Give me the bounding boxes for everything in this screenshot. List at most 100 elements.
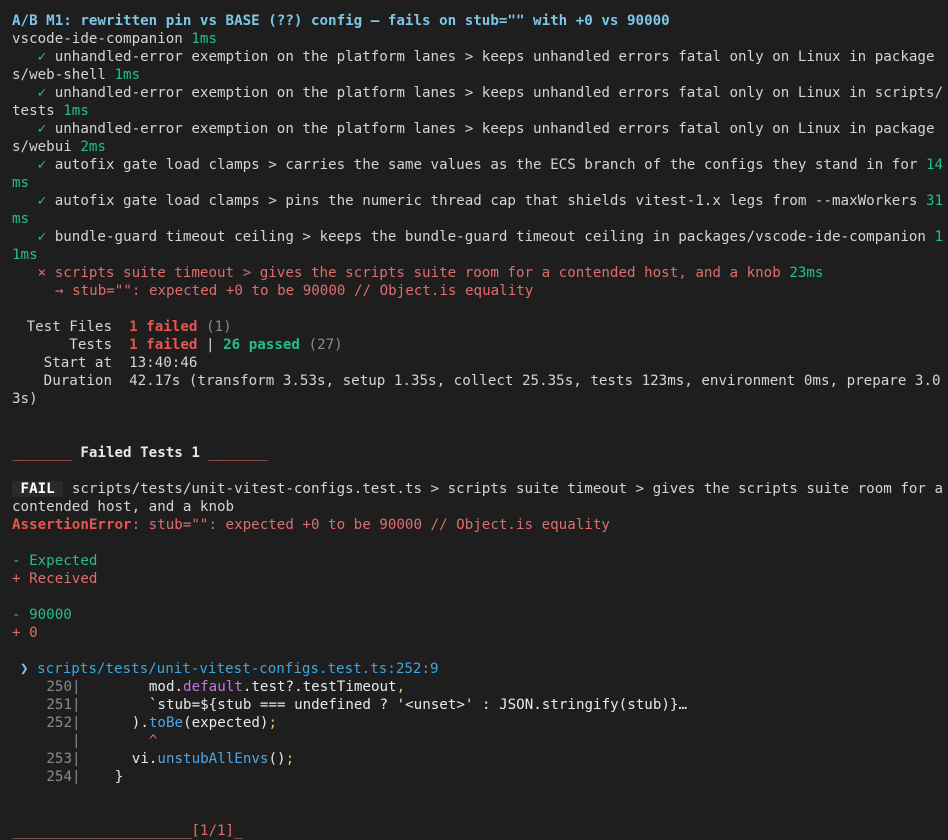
code-line: 250| mod.default.test?.testTimeout, bbox=[12, 678, 948, 696]
code-token: } bbox=[80, 769, 124, 785]
gutter-bar: | bbox=[72, 679, 81, 695]
code-token: unstubAllEnvs bbox=[157, 751, 269, 767]
test-result-name: unhandled-error exemption on the platfor… bbox=[12, 49, 935, 83]
code-token: () bbox=[268, 751, 286, 767]
code-token: ). bbox=[80, 715, 149, 731]
footer-rule-tail: _ bbox=[234, 823, 243, 839]
diff-expected-value: - 90000 bbox=[12, 607, 72, 623]
test-result-row: ✓ unhandled-error exemption on the platf… bbox=[12, 84, 948, 120]
code-line: 251| `stub=${stub === undefined ? '<unse… bbox=[12, 696, 948, 714]
code-token: mod. bbox=[80, 679, 184, 695]
rule-left: _______ bbox=[12, 445, 72, 461]
gutter-bar: | bbox=[72, 733, 81, 749]
test-files-failed: 1 failed bbox=[129, 319, 198, 335]
check-icon: ✓ bbox=[37, 49, 47, 65]
test-result-time: 1ms bbox=[114, 67, 141, 83]
check-icon: ✓ bbox=[37, 121, 47, 137]
fail-badge: FAIL bbox=[12, 481, 64, 497]
diff-received-value: + 0 bbox=[12, 625, 38, 641]
failure-detail: → stub="": expected +0 to be 90000 // Ob… bbox=[55, 283, 534, 299]
start-label: Start at bbox=[43, 355, 112, 371]
tests-sep: | bbox=[205, 337, 215, 353]
summary-test-files: Test Files 1 failed (1) bbox=[12, 318, 948, 336]
summary-tests: Tests 1 failed | 26 passed (27) bbox=[12, 336, 948, 354]
fail-path-line: FAIL scripts/tests/unit-vitest-configs.t… bbox=[12, 480, 948, 516]
code-token: vi. bbox=[80, 751, 158, 767]
summary-start: Start at 13:40:46 bbox=[12, 354, 948, 372]
source-location[interactable]: ❯ scripts/tests/unit-vitest-configs.test… bbox=[12, 660, 948, 678]
code-token: ; bbox=[268, 715, 278, 731]
start-value: 13:40:46 bbox=[129, 355, 198, 371]
code-token: .test?.testTimeout bbox=[242, 679, 397, 695]
check-icon: ✓ bbox=[37, 193, 47, 209]
code-token: (expected) bbox=[183, 715, 269, 731]
gutter-bar: | bbox=[72, 715, 81, 731]
code-line: 252| ).toBe(expected); bbox=[12, 714, 948, 732]
diff-received-label: + Received bbox=[12, 571, 98, 587]
assertion-error: AssertionError: stub="": expected +0 to … bbox=[12, 516, 948, 534]
cross-icon: × bbox=[37, 265, 47, 281]
page-indicator: [1/1] bbox=[191, 823, 235, 839]
suite-name: vscode-ide-companion bbox=[12, 31, 183, 47]
code-token: toBe bbox=[148, 715, 184, 731]
check-icon: ✓ bbox=[37, 85, 47, 101]
line-number: 250 bbox=[46, 679, 72, 695]
line-number: 251 bbox=[46, 697, 72, 713]
tests-passed: 26 passed bbox=[223, 337, 300, 353]
gutter-bar: | bbox=[72, 751, 81, 767]
diff-expected-label: - Expected bbox=[12, 553, 98, 569]
failed-tests-title: Failed Tests 1 bbox=[80, 445, 200, 461]
test-result-name: autofix gate load clamps > carries the s… bbox=[54, 157, 918, 173]
test-result-row: ✓ autofix gate load clamps > pins the nu… bbox=[12, 192, 948, 228]
duration-value: 42.17s (transform 3.53s, setup 1.35s, co… bbox=[12, 373, 941, 407]
test-result-row: ✓ unhandled-error exemption on the platf… bbox=[12, 48, 948, 84]
test-result-row: ✓ bundle-guard timeout ceiling > keeps t… bbox=[12, 228, 948, 264]
results-list: ✓ unhandled-error exemption on the platf… bbox=[12, 48, 948, 282]
gutter-bar: | bbox=[72, 697, 81, 713]
source-location-link[interactable]: scripts/tests/unit-vitest-configs.test.t… bbox=[37, 661, 438, 677]
test-result-row: × scripts suite timeout > gives the scri… bbox=[12, 264, 948, 282]
test-result-name: bundle-guard timeout ceiling > keeps the… bbox=[54, 229, 926, 245]
fail-path: scripts/tests/unit-vitest-configs.test.t… bbox=[12, 481, 944, 515]
error-message: : stub="": expected +0 to be 90000 // Ob… bbox=[131, 517, 610, 533]
test-result-row: ✓ autofix gate load clamps > carries the… bbox=[12, 156, 948, 192]
code-token: default bbox=[183, 679, 243, 695]
test-result-name: autofix gate load clamps > pins the nume… bbox=[54, 193, 918, 209]
code-line: | ^ bbox=[12, 732, 948, 750]
tests-label: Tests bbox=[69, 337, 112, 353]
terminal-output: A/B M1: rewritten pin vs BASE (??) confi… bbox=[0, 0, 948, 840]
fail-badge-text: FAIL bbox=[20, 481, 55, 497]
test-result-time: 2ms bbox=[80, 139, 106, 155]
test-files-total: (1) bbox=[205, 319, 232, 335]
line-number: 254 bbox=[46, 769, 72, 785]
run-title: A/B M1: rewritten pin vs BASE (??) confi… bbox=[12, 13, 670, 29]
test-result-name: unhandled-error exemption on the platfor… bbox=[12, 85, 944, 119]
code-line: 254| } bbox=[12, 768, 948, 786]
line-number: 253 bbox=[46, 751, 72, 767]
rule-right: _______ bbox=[208, 445, 269, 461]
gutter-bar: | bbox=[72, 769, 81, 785]
code-frame: 250| mod.default.test?.testTimeout, 251| … bbox=[12, 678, 948, 786]
code-token: ; bbox=[285, 751, 295, 767]
tests-failed: 1 failed bbox=[129, 337, 198, 353]
check-icon: ✓ bbox=[37, 157, 47, 173]
footer-rule-left: _____________________ bbox=[12, 823, 192, 839]
code-line: 253| vi.unstubAllEnvs(); bbox=[12, 750, 948, 768]
test-result-time: 1ms bbox=[63, 103, 89, 119]
code-token: `stub=${stub === undefined ? '<unset>' :… bbox=[80, 697, 688, 713]
test-result-row: ✓ unhandled-error exemption on the platf… bbox=[12, 120, 948, 156]
suite-header: vscode-ide-companion 1ms bbox=[12, 30, 948, 48]
code-token: , bbox=[396, 679, 406, 695]
failed-tests-header: _______ Failed Tests 1 _______ bbox=[12, 444, 948, 462]
test-result-time: 23ms bbox=[789, 265, 824, 281]
test-result-name: unhandled-error exemption on the platfor… bbox=[12, 121, 935, 155]
chevron-right-icon: ❯ bbox=[20, 661, 29, 677]
duration-label: Duration bbox=[43, 373, 112, 389]
code-token: ^ bbox=[80, 733, 158, 749]
footer-rule: _____________________[1/1]_ bbox=[12, 822, 948, 840]
error-name: AssertionError bbox=[12, 517, 132, 533]
tests-total: (27) bbox=[308, 337, 343, 353]
line-number: 252 bbox=[46, 715, 72, 731]
summary-duration: Duration 42.17s (transform 3.53s, setup … bbox=[12, 372, 948, 408]
test-result-name: scripts suite timeout > gives the script… bbox=[54, 265, 781, 281]
